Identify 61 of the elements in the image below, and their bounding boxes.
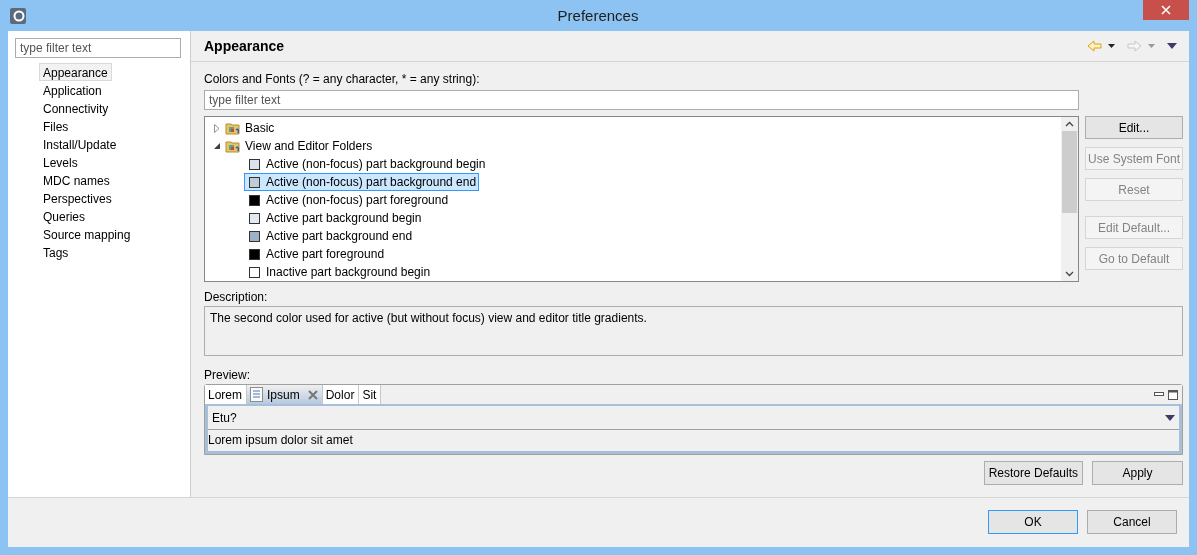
description-label: Description: — [204, 290, 269, 306]
close-icon — [1161, 5, 1171, 15]
tree-item-label: Active part background begin — [266, 211, 422, 225]
preview-tab[interactable]: Lorem — [205, 385, 247, 404]
filter-field[interactable]: type filter text — [204, 90, 1079, 110]
folder-icon — [225, 138, 241, 154]
preview-label: Preview: — [204, 368, 251, 384]
tree-item-label: Active (non-focus) part background end — [266, 175, 477, 189]
dropdown-icon — [1165, 414, 1175, 421]
tree-item-label: Active (non-focus) part background begin — [266, 157, 486, 171]
filter-field[interactable]: type filter text — [15, 38, 181, 58]
close-icon[interactable] — [307, 389, 318, 400]
tree-item[interactable]: Active (non-focus) part background end — [244, 173, 480, 191]
dialog-button[interactable]: Cancel — [1087, 510, 1177, 534]
sidebar-item[interactable]: Source mapping — [39, 225, 135, 243]
sidebar-item[interactable]: MDC names — [39, 171, 114, 189]
combo-box[interactable]: Etu? — [208, 406, 1179, 430]
document-icon — [250, 387, 263, 402]
sidebar-item[interactable]: Application — [39, 81, 106, 99]
tree-item-label: Inactive part background begin — [266, 265, 431, 279]
scrollbar-thumb[interactable] — [1062, 131, 1077, 213]
tree-item[interactable]: Active part background begin — [244, 209, 425, 227]
minimize-icon[interactable] — [1154, 392, 1164, 397]
preview-text: Lorem ipsum dolor sit amet — [208, 433, 353, 447]
sidebar-item[interactable]: Install/Update — [39, 135, 121, 153]
description-box: The second color used for active (but without focus) view and editor title gradients. — [204, 306, 1183, 356]
tree-item-label: Active (non-focus) part foreground — [266, 193, 449, 207]
sidebar-item[interactable]: Appearance — [39, 63, 112, 81]
action-button[interactable]: Restore Defaults — [983, 461, 1083, 485]
sidebar-item[interactable]: Levels — [39, 153, 82, 171]
action-button[interactable]: Apply — [1092, 461, 1183, 485]
dialog-button[interactable]: OK — [988, 510, 1078, 534]
window-title: Preferences — [556, 7, 640, 24]
tree-item[interactable]: Basic — [245, 121, 275, 135]
folder-icon — [225, 120, 241, 136]
sidebar-item[interactable]: Files — [39, 117, 73, 135]
preview-tab[interactable]: Dolor — [322, 385, 360, 404]
sidebar-item[interactable]: Perspectives — [39, 189, 116, 207]
preview-tab[interactable]: Sit — [359, 385, 382, 404]
preview-tab[interactable]: Ipsum — [247, 385, 323, 404]
maximize-icon[interactable] — [1168, 389, 1178, 400]
page-title: Appearance — [204, 38, 285, 54]
tree-item[interactable]: View and Editor Folders — [245, 139, 373, 153]
expanded-arrow-icon[interactable] — [213, 142, 221, 150]
sidebar-item[interactable]: Tags — [39, 243, 73, 261]
tree-item-label: Active part foreground — [266, 247, 385, 261]
tree-item-label: Active part background end — [266, 229, 413, 243]
tree-item[interactable]: Inactive part background begin — [244, 263, 434, 281]
tree-item[interactable]: Active part foreground — [244, 245, 388, 263]
tree-item[interactable]: Active (non-focus) part background begin — [244, 155, 489, 173]
tree-item[interactable]: Active (non-focus) part foreground — [244, 191, 452, 209]
filter-label: Colors and Fonts (? = any character, * = any string): — [204, 72, 481, 88]
sidebar-item[interactable]: Connectivity — [39, 99, 113, 117]
app-icon — [10, 7, 26, 24]
tree-item[interactable]: Active part background end — [244, 227, 416, 245]
side-button[interactable]: Edit... — [1085, 116, 1183, 139]
sidebar-item[interactable]: Queries — [39, 207, 90, 225]
view-menu-icon[interactable] — [1167, 43, 1177, 49]
close-button[interactable] — [1143, 0, 1189, 20]
collapsed-arrow-icon[interactable] — [213, 123, 221, 133]
dropdown-icon[interactable] — [1108, 44, 1115, 48]
